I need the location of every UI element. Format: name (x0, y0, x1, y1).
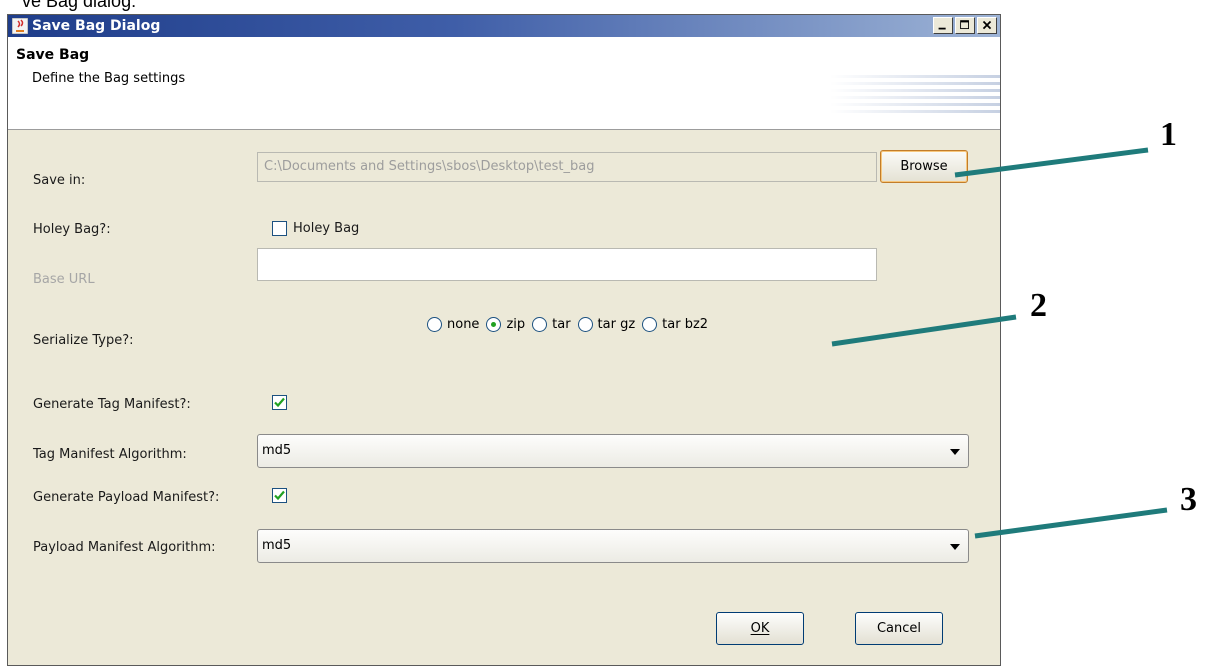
base-url-label: Base URL (33, 272, 95, 287)
annotation-line-3 (974, 507, 1168, 539)
radio-none[interactable] (427, 317, 442, 332)
save-bag-dialog: Save Bag Dialog Save Bag Define the Bag … (7, 14, 1001, 666)
cancel-button[interactable]: Cancel (855, 612, 943, 645)
cancel-button-label: Cancel (876, 621, 922, 636)
ok-button-label: OK (750, 621, 770, 636)
browse-button[interactable]: Browse (880, 150, 968, 183)
base-url-input[interactable] (257, 248, 877, 281)
close-button[interactable] (977, 17, 997, 34)
serialize-type-radio-group: none zip tar tar gz tar bz2 (427, 317, 715, 332)
payload-manifest-algorithm-value: md5 (262, 538, 292, 553)
holey-bag-checkbox-label: Holey Bag (293, 221, 360, 236)
radio-selected-dot-icon (491, 322, 497, 327)
save-in-label: Save in: (33, 173, 86, 188)
serialize-option-tar-gz[interactable]: tar gz (577, 317, 636, 332)
radio-tar-label: tar (552, 317, 571, 332)
radio-tar[interactable] (532, 317, 548, 332)
save-in-path-field[interactable]: C:\Documents and Settings\sbos\Desktop\t… (257, 152, 877, 182)
serialize-option-zip[interactable]: zip (486, 317, 525, 332)
generate-tag-manifest-checkbox[interactable] (272, 395, 287, 410)
maximize-icon (960, 20, 969, 30)
cropped-caption-text: ve Bag dialog: (22, 0, 137, 11)
serialize-option-tar[interactable]: tar (532, 317, 571, 332)
radio-zip-label: zip (506, 317, 526, 332)
payload-manifest-algorithm-label: Payload Manifest Algorithm: (33, 540, 216, 555)
ok-button[interactable]: OK (716, 612, 804, 645)
checkmark-icon (274, 490, 285, 501)
tag-manifest-algorithm-value: md5 (262, 443, 292, 458)
payload-manifest-algorithm-select[interactable]: md5 (257, 529, 969, 563)
radio-tar-gz[interactable] (577, 317, 593, 332)
radio-none-label: none (447, 317, 480, 332)
tag-manifest-algorithm-label: Tag Manifest Algorithm: (33, 447, 187, 462)
chevron-down-icon (950, 544, 960, 550)
holey-bag-label: Holey Bag?: (33, 222, 111, 237)
generate-payload-manifest-label: Generate Payload Manifest?: (33, 490, 220, 505)
holey-bag-checkbox[interactable] (272, 221, 287, 236)
title-bar[interactable]: Save Bag Dialog (8, 15, 1000, 37)
java-app-icon (12, 18, 28, 34)
tag-manifest-algorithm-select[interactable]: md5 (257, 434, 969, 468)
generate-tag-manifest-label: Generate Tag Manifest?: (33, 397, 191, 412)
header-title: Save Bag (16, 47, 90, 63)
maximize-button[interactable] (955, 17, 975, 34)
radio-tar-gz-label: tar gz (597, 317, 636, 332)
radio-zip[interactable] (486, 317, 502, 332)
radio-tar-bz2-label: tar bz2 (662, 317, 709, 332)
close-icon (982, 20, 992, 30)
decorative-stripes-icon (830, 75, 1000, 113)
serialize-type-label: Serialize Type?: (33, 333, 134, 348)
serialize-option-none[interactable]: none (427, 317, 479, 332)
annotation-number-1: 1 (1160, 116, 1177, 153)
checkmark-icon (274, 397, 285, 408)
window-title: Save Bag Dialog (32, 18, 161, 34)
annotation-number-3: 3 (1180, 481, 1197, 518)
generate-payload-manifest-checkbox[interactable] (272, 488, 287, 503)
minimize-icon (938, 27, 946, 30)
serialize-option-tar-bz2[interactable]: tar bz2 (642, 317, 708, 332)
header-panel: Save Bag Define the Bag settings (8, 37, 1000, 130)
header-description: Define the Bag settings (32, 71, 186, 86)
radio-tar-bz2[interactable] (642, 317, 658, 332)
annotation-number-2: 2 (1030, 287, 1047, 324)
minimize-button[interactable] (933, 17, 953, 34)
chevron-down-icon (950, 449, 960, 455)
